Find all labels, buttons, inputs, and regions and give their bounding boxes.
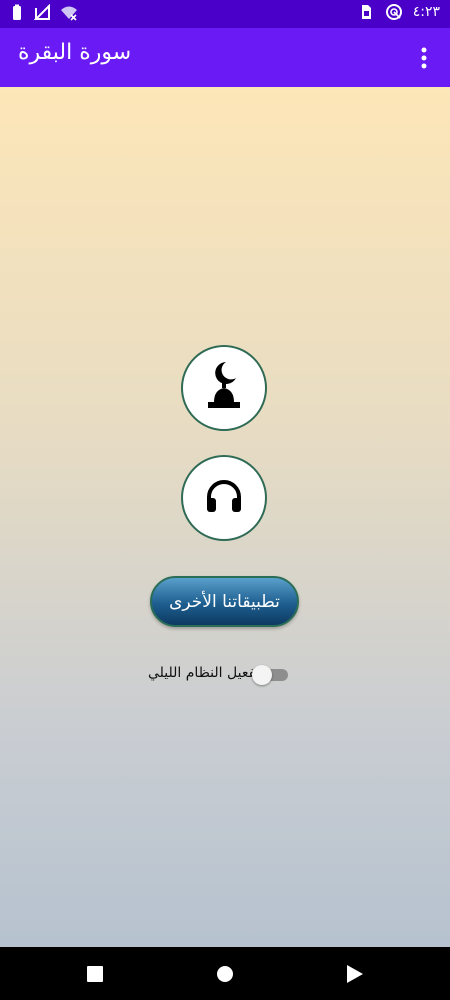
wifi-icon bbox=[60, 4, 78, 22]
app-screen: ٤:٢٣ سورة البقرة تطبيقاتنا الأخرى تفعيل … bbox=[0, 0, 450, 1000]
mosque-button[interactable] bbox=[181, 345, 267, 431]
data-saver-icon bbox=[385, 3, 403, 21]
status-bar: ٤:٢٣ bbox=[0, 0, 450, 28]
night-mode-row: تفعيل النظام الليلي bbox=[146, 662, 296, 688]
home-icon[interactable] bbox=[212, 961, 238, 987]
night-mode-toggle[interactable] bbox=[252, 665, 290, 685]
status-icons-left bbox=[8, 3, 78, 22]
signal-icon bbox=[33, 3, 52, 22]
mosque-icon bbox=[202, 360, 246, 416]
more-vert-icon[interactable] bbox=[412, 44, 436, 72]
status-icons-right: ٤:٢٣ bbox=[357, 3, 440, 21]
status-time: ٤:٢٣ bbox=[412, 4, 440, 20]
app-bar: سورة البقرة bbox=[0, 28, 450, 87]
nav-bar bbox=[0, 947, 450, 1000]
main-content: تطبيقاتنا الأخرى تفعيل النظام الليلي bbox=[0, 87, 450, 947]
toggle-thumb bbox=[252, 665, 272, 685]
headphones-icon bbox=[205, 479, 243, 517]
battery-icon bbox=[8, 4, 26, 22]
page-title: سورة البقرة bbox=[18, 40, 132, 65]
back-icon[interactable] bbox=[342, 961, 368, 987]
other-apps-button[interactable]: تطبيقاتنا الأخرى bbox=[150, 576, 299, 627]
night-mode-label: تفعيل النظام الليلي bbox=[148, 665, 260, 681]
recents-icon[interactable] bbox=[82, 961, 108, 987]
listen-button[interactable] bbox=[181, 455, 267, 541]
sim-card-icon bbox=[357, 3, 375, 21]
